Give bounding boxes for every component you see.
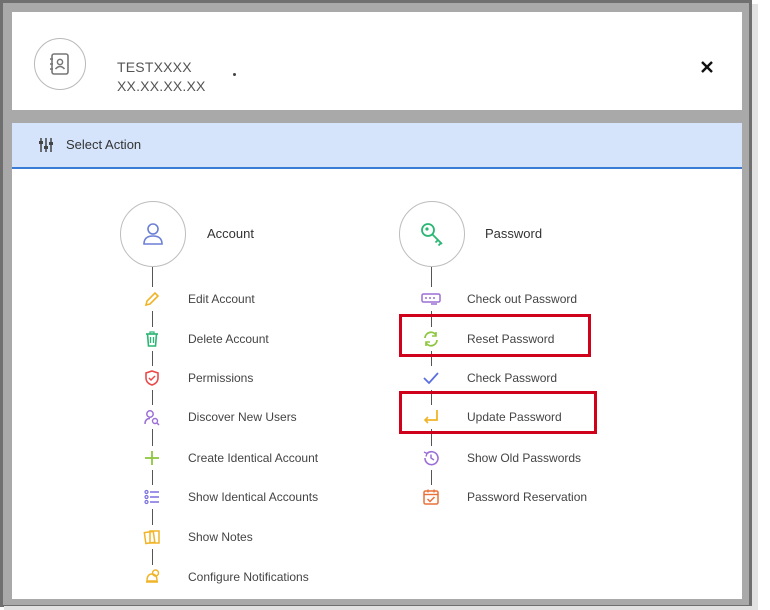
plus-icon [145,451,159,465]
item-label: Discover New Users [188,410,297,424]
reset-password-highlight [399,314,591,357]
calendar-check-icon [423,489,439,505]
select-action-bar[interactable]: Select Action [12,123,742,169]
password-field-icon [421,293,441,305]
close-button[interactable] [696,56,718,78]
permissions-item[interactable]: Permissions [140,366,253,390]
account-dropdown-toggle[interactable] [233,73,236,76]
password-reservation-item[interactable]: Password Reservation [419,485,587,509]
account-address: XX.XX.XX.XX [117,78,206,94]
item-label: Create Identical Account [188,451,319,465]
account-column-title: Account [207,226,254,241]
delete-account-item[interactable]: Delete Account [140,327,269,351]
key-icon [421,223,443,247]
shield-icon [145,370,159,386]
item-label: Password Reservation [467,490,588,504]
account-name: TESTXXXX [117,59,192,75]
item-label: Delete Account [188,332,269,346]
update-password-highlight [399,391,597,434]
pencil-icon [144,291,160,307]
close-icon [701,61,713,73]
configure-notifications-item[interactable]: Configure Notifications [140,565,309,589]
item-label: Check Password [467,371,558,385]
discover-new-users-item[interactable]: Discover New Users [140,405,297,429]
address-book-icon [50,53,69,75]
account-column-header [120,201,186,267]
show-old-passwords-item[interactable]: Show Old Passwords [419,446,581,470]
sliders-icon [39,138,53,152]
list-icon [144,489,159,505]
item-label: Edit Account [188,292,255,306]
show-identical-accounts-item[interactable]: Show Identical Accounts [140,485,318,509]
item-label: Show Identical Accounts [188,490,319,504]
check-out-password-item[interactable]: Check out Password [419,287,577,311]
account-header: TESTXXXX XX.XX.XX.XX [12,12,742,110]
edit-account-item[interactable]: Edit Account [140,287,255,311]
item-label: Check out Password [467,292,578,306]
password-column-title: Password [485,226,543,241]
history-icon [423,450,439,466]
user-icon [143,223,163,245]
check-password-item[interactable]: Check Password [419,366,557,390]
action-menu: Account Edit Account Delete Account Perm… [12,169,742,599]
notes-icon [143,530,160,545]
item-label: Permissions [188,371,254,385]
item-label: Show Notes [188,530,253,544]
item-label: Show Old Passwords [467,451,582,465]
password-column-header [399,201,465,267]
checkmark-icon [423,372,439,385]
item-label: Configure Notifications [188,570,309,584]
frame-shadow [4,606,758,610]
show-notes-item[interactable]: Show Notes [140,525,253,549]
select-action-label: Select Action [66,137,142,152]
user-search-icon [144,410,160,426]
trash-icon [146,331,158,347]
bell-gear-icon [146,569,160,583]
account-avatar [34,38,86,90]
create-identical-account-item[interactable]: Create Identical Account [140,446,318,470]
frame-shadow [752,4,758,610]
